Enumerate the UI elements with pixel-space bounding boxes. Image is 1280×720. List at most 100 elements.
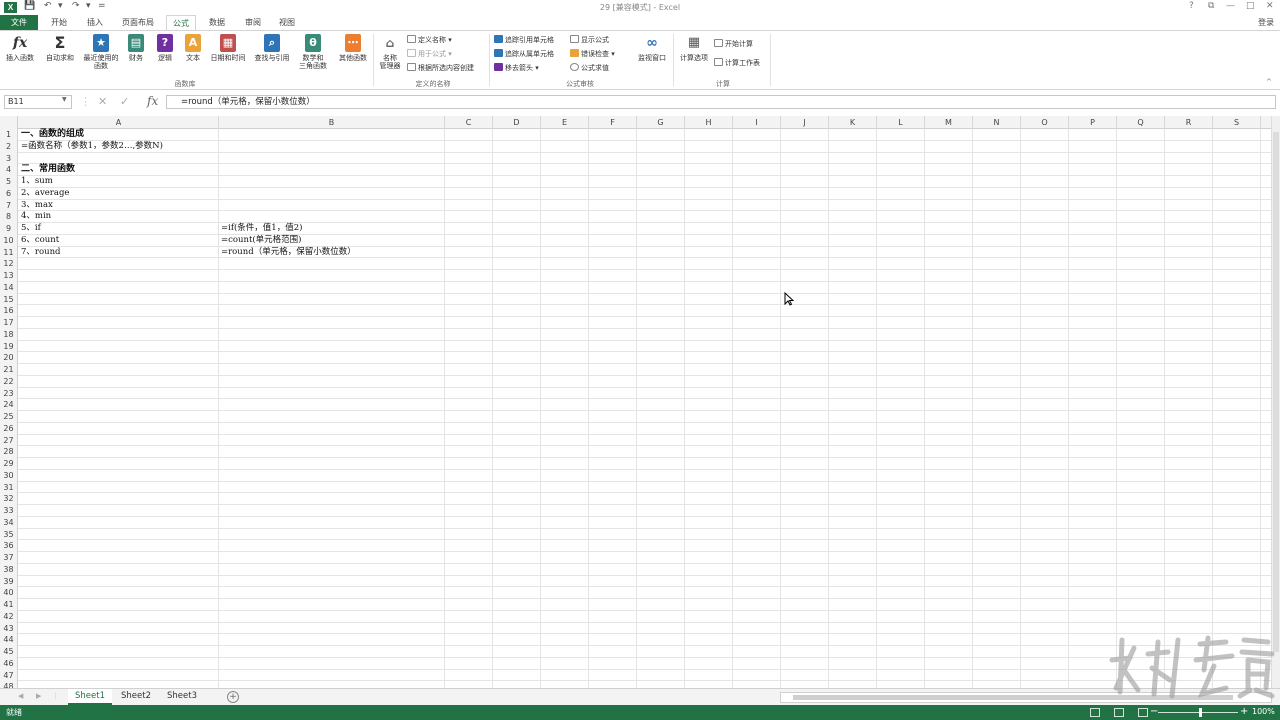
row-header[interactable]: 35 xyxy=(0,528,18,541)
collapse-ribbon-icon[interactable]: ^ xyxy=(1266,77,1272,87)
row-header[interactable]: 39 xyxy=(0,575,18,588)
insert-function-button[interactable]: fx 插入函数 xyxy=(3,34,37,62)
column-header-g[interactable]: G xyxy=(637,116,685,129)
row-header[interactable]: 8 xyxy=(0,211,18,223)
cell-a4[interactable]: 二、常用函数 xyxy=(21,164,75,176)
vertical-scroll-thumb[interactable] xyxy=(1273,132,1279,652)
row-header[interactable]: 5 xyxy=(0,176,18,188)
column-header-r[interactable]: R xyxy=(1165,116,1213,129)
cell-b9[interactable]: =if(条件，值1，值2) xyxy=(221,223,302,235)
row-header[interactable]: 44 xyxy=(0,634,18,646)
cell-b10[interactable]: =count(单元格范围) xyxy=(221,235,302,247)
column-header-o[interactable]: O xyxy=(1021,116,1069,129)
enter-icon[interactable]: ✓ xyxy=(120,95,129,108)
create-from-selection-button[interactable]: 根据所选内容创建 xyxy=(407,63,474,73)
row-header[interactable]: 37 xyxy=(0,552,18,564)
column-header-s[interactable]: S xyxy=(1213,116,1261,129)
autosum-button[interactable]: Σ 自动求和 xyxy=(43,34,77,63)
column-header-a[interactable]: A xyxy=(19,116,219,129)
sheet-tab-sheet3[interactable]: Sheet3 xyxy=(160,689,204,705)
row-header[interactable]: 12 xyxy=(0,258,18,270)
row-header[interactable]: 2 xyxy=(0,140,18,153)
zoom-slider[interactable] xyxy=(1158,712,1238,713)
ribbon-display-icon[interactable]: ⧉ xyxy=(1208,1,1214,11)
row-header[interactable]: 43 xyxy=(0,622,18,635)
insert-function-icon[interactable]: fx xyxy=(147,94,158,108)
column-header-f[interactable]: F xyxy=(589,116,637,129)
row-header[interactable]: 48 xyxy=(0,681,18,688)
row-header[interactable]: 9 xyxy=(0,223,18,235)
define-name-button[interactable]: 定义名称 ▾ xyxy=(407,35,452,45)
row-header[interactable]: 14 xyxy=(0,281,18,294)
row-header[interactable]: 15 xyxy=(0,293,18,306)
use-in-formula-button[interactable]: 用于公式 ▾ xyxy=(407,49,452,59)
horizontal-scrollbar[interactable] xyxy=(780,692,1272,703)
row-header[interactable]: 11 xyxy=(0,246,18,259)
tab-view[interactable]: 视图 xyxy=(272,15,302,30)
cell-a7[interactable]: 3、max xyxy=(21,200,53,212)
column-header-c[interactable]: C xyxy=(445,116,493,129)
row-header[interactable]: 19 xyxy=(0,340,18,353)
row-header[interactable]: 42 xyxy=(0,610,18,623)
row-header[interactable]: 25 xyxy=(0,411,18,423)
tab-data[interactable]: 数据 xyxy=(202,15,232,30)
row-header[interactable]: 6 xyxy=(0,187,18,200)
logical-button[interactable]: ? 逻辑 xyxy=(153,34,177,62)
column-header-l[interactable]: L xyxy=(877,116,925,129)
cell-a10[interactable]: 6、count xyxy=(21,235,59,247)
row-header[interactable]: 22 xyxy=(0,375,18,388)
row-header[interactable]: 18 xyxy=(0,328,18,341)
tab-home[interactable]: 开始 xyxy=(44,15,74,30)
column-header-b[interactable]: B xyxy=(219,116,445,129)
cell-a9[interactable]: 5、if xyxy=(21,223,41,235)
cell-a8[interactable]: 4、min xyxy=(21,211,51,223)
evaluate-formula-button[interactable]: 公式求值 xyxy=(570,63,609,73)
column-header-h[interactable]: H xyxy=(685,116,733,129)
row-header[interactable]: 29 xyxy=(0,458,18,470)
tab-insert[interactable]: 插入 xyxy=(80,15,110,30)
add-sheet-button[interactable]: + xyxy=(227,691,239,703)
cancel-icon[interactable]: ✕ xyxy=(98,95,107,108)
sheet-tab-sheet2[interactable]: Sheet2 xyxy=(114,689,158,705)
minimize-icon[interactable]: — xyxy=(1226,1,1235,11)
login-link[interactable]: 登录 xyxy=(1258,15,1274,30)
row-header[interactable]: 24 xyxy=(0,399,18,411)
close-icon[interactable]: ✕ xyxy=(1266,1,1274,11)
lookup-reference-button[interactable]: ⌕ 查找与引用 xyxy=(251,34,293,62)
prev-sheet-icon[interactable]: ◀ xyxy=(18,692,23,700)
row-header[interactable]: 26 xyxy=(0,422,18,435)
column-header-d[interactable]: D xyxy=(493,116,541,129)
row-header[interactable]: 20 xyxy=(0,352,18,364)
cell-b11[interactable]: =round（单元格，保留小数位数） xyxy=(221,247,356,259)
row-header[interactable]: 3 xyxy=(0,152,18,165)
recently-used-button[interactable]: ★ 最近使用的 函数 xyxy=(79,34,123,70)
row-header[interactable]: 7 xyxy=(0,199,18,212)
row-header[interactable]: 45 xyxy=(0,646,18,658)
watch-window-button[interactable]: ∞ 监视窗口 xyxy=(634,34,670,62)
row-header[interactable]: 40 xyxy=(0,587,18,599)
zoom-slider-knob[interactable] xyxy=(1199,708,1202,717)
calculation-options-button[interactable]: ▦ 计算选项 xyxy=(676,34,712,62)
tab-formulas[interactable]: 公式 xyxy=(166,15,196,30)
cell-a2[interactable]: =函数名称（参数1，参数2…,参数N) xyxy=(21,141,163,153)
tab-page-layout[interactable]: 页面布局 xyxy=(116,15,160,30)
calculate-now-button[interactable]: 开始计算 xyxy=(714,39,753,49)
error-checking-button[interactable]: 错误检查 ▾ xyxy=(570,49,615,59)
row-header[interactable]: 32 xyxy=(0,493,18,505)
name-manager-button[interactable]: ⌂ 名称 管理器 xyxy=(376,34,404,70)
tab-review[interactable]: 审阅 xyxy=(238,15,268,30)
cell-a5[interactable]: 1、sum xyxy=(21,176,53,188)
row-header[interactable]: 13 xyxy=(0,270,18,282)
page-layout-view-icon[interactable] xyxy=(1114,708,1124,717)
row-header[interactable]: 41 xyxy=(0,599,18,611)
formula-input[interactable]: =round（单元格，保留小数位数） xyxy=(166,95,1276,109)
cell-a11[interactable]: 7、round xyxy=(21,247,60,259)
row-header[interactable]: 34 xyxy=(0,516,18,529)
horizontal-scroll-thumb[interactable] xyxy=(793,695,1233,700)
row-header[interactable]: 31 xyxy=(0,481,18,494)
show-formulas-button[interactable]: 显示公式 xyxy=(570,35,609,45)
row-header[interactable]: 28 xyxy=(0,446,18,458)
page-break-view-icon[interactable] xyxy=(1138,708,1148,717)
remove-arrows-button[interactable]: 移去箭头 ▾ xyxy=(494,63,539,73)
row-header[interactable]: 46 xyxy=(0,657,18,670)
